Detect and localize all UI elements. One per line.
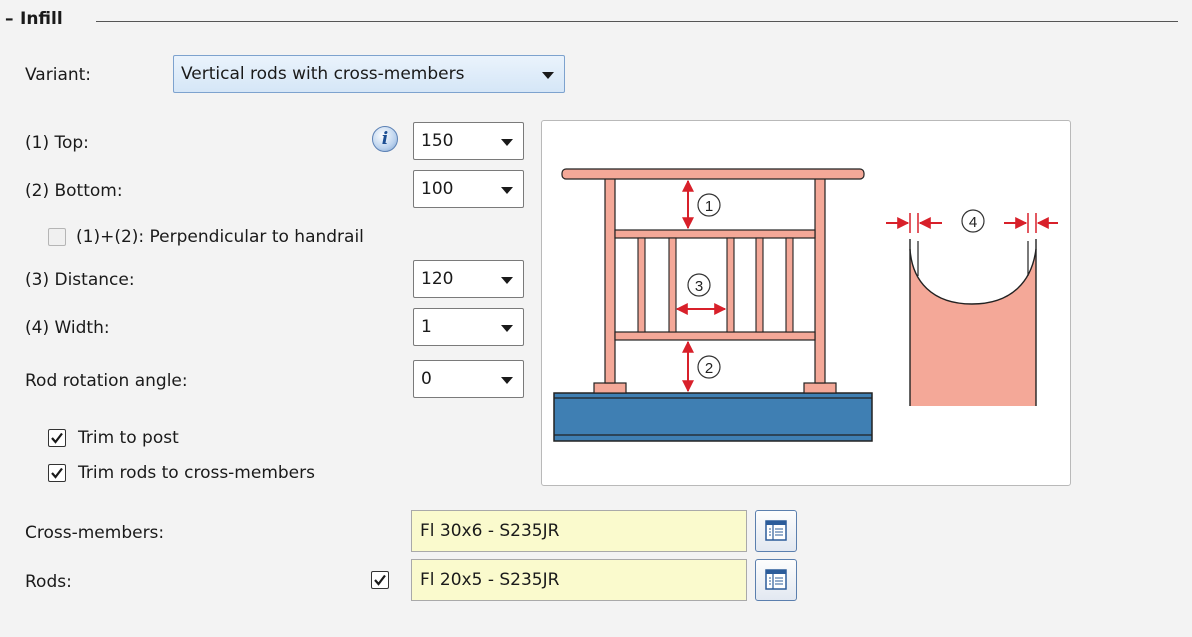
cross-members-catalog-button[interactable] [755, 510, 797, 552]
variant-dropdown[interactable]: Vertical rods with cross-members [173, 55, 565, 93]
variant-value: Vertical rods with cross-members [181, 64, 465, 84]
distance-combo[interactable]: 120 [413, 260, 524, 298]
top-label: (1) Top: [25, 133, 89, 153]
distance-label: (3) Distance: [25, 270, 135, 290]
info-icon[interactable]: i [372, 126, 398, 152]
width-value: 1 [421, 317, 432, 337]
chevron-down-icon [542, 72, 554, 79]
trim-post-label: Trim to post [78, 428, 179, 448]
catalog-icon [765, 520, 787, 541]
rods-checkbox[interactable] [371, 571, 389, 589]
group-divider [96, 21, 1178, 22]
rods-catalog-button[interactable] [755, 559, 797, 601]
trim-rods-label: Trim rods to cross-members [78, 463, 315, 483]
rotation-label: Rod rotation angle: [25, 371, 188, 391]
catalog-icon [765, 569, 787, 590]
marker-3: 3 [695, 278, 703, 295]
railing-diagram: 1 3 2 4 [553, 168, 1058, 442]
perpendicular-checkbox[interactable] [48, 228, 66, 246]
rods-label: Rods: [25, 572, 72, 592]
group-title: Infill [20, 9, 63, 29]
marker-1: 1 [705, 198, 713, 215]
top-value: 150 [421, 131, 454, 151]
rotation-value: 0 [421, 369, 432, 389]
group-collapse-toggle[interactable]: – [5, 9, 14, 29]
cross-members-field[interactable]: Fl 30x6 - S235JR [411, 510, 747, 552]
chevron-down-icon [501, 325, 513, 332]
trim-post-checkbox[interactable] [48, 429, 66, 447]
trim-rods-checkbox[interactable] [48, 464, 66, 482]
width-combo[interactable]: 1 [413, 308, 524, 346]
chevron-down-icon [501, 277, 513, 284]
bottom-combo[interactable]: 100 [413, 170, 524, 208]
chevron-down-icon [501, 187, 513, 194]
chevron-down-icon [501, 377, 513, 384]
perpendicular-label: (1)+(2): Perpendicular to handrail [76, 227, 364, 247]
bottom-value: 100 [421, 179, 454, 199]
marker-2: 2 [705, 360, 713, 377]
variant-label: Variant: [25, 65, 92, 85]
cross-members-value: Fl 30x6 - S235JR [420, 521, 560, 541]
chevron-down-icon [501, 139, 513, 146]
infill-preview-diagram: 1 3 2 4 [541, 120, 1071, 486]
marker-4: 4 [969, 214, 977, 231]
rods-value: Fl 20x5 - S235JR [420, 570, 560, 590]
rotation-combo[interactable]: 0 [413, 360, 524, 398]
width-label: (4) Width: [25, 318, 110, 338]
distance-value: 120 [421, 269, 454, 289]
bottom-label: (2) Bottom: [25, 181, 123, 201]
rods-field[interactable]: Fl 20x5 - S235JR [411, 559, 747, 601]
cross-members-label: Cross-members: [25, 523, 165, 543]
top-combo[interactable]: 150 [413, 122, 524, 160]
